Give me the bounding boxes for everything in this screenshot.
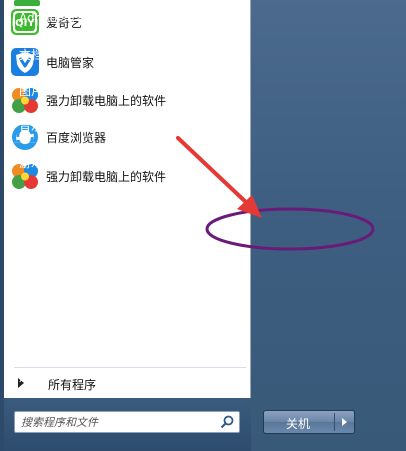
run-item[interactable]: 运行...: [14, 364, 144, 386]
shutdown-options-button[interactable]: [335, 411, 354, 433]
user-folder-item[interactable]: Administrator: [14, 7, 144, 29]
control-panel-label: 控制面板: [19, 230, 68, 244]
divider: [14, 358, 144, 359]
documents-label: 文档: [19, 48, 44, 62]
run-label: 运行...: [19, 370, 55, 384]
shutdown-label: 关机: [286, 417, 311, 431]
shutdown-split-button: 关机: [263, 410, 355, 434]
divider: [14, 142, 144, 143]
help-support-label: 帮助和支持: [19, 335, 80, 349]
search-icon[interactable]: [220, 415, 234, 429]
devices-printers-label: 设备和打印机: [19, 265, 92, 279]
search-box[interactable]: [14, 411, 240, 433]
documents-item[interactable]: 文档: [14, 42, 144, 64]
shortcuts-pane: [251, 0, 406, 451]
search-input[interactable]: [21, 414, 207, 430]
computer-item[interactable]: 计算机: [14, 186, 144, 208]
default-programs-label: 默认程序: [19, 300, 68, 314]
chevron-right-icon: [342, 418, 347, 426]
pictures-label: 图片: [19, 84, 44, 98]
control-panel-item[interactable]: 控制面板: [14, 224, 144, 246]
games-item[interactable]: 游戏: [14, 150, 144, 172]
music-item[interactable]: 音乐: [14, 113, 144, 135]
computer-label: 计算机: [19, 192, 56, 206]
pictures-item[interactable]: 图片: [14, 78, 144, 100]
divider: [14, 215, 144, 216]
games-label: 游戏: [19, 156, 44, 170]
shutdown-button[interactable]: 关机: [264, 411, 334, 433]
user-folder-label: Administrator: [19, 11, 101, 25]
default-programs-item[interactable]: 默认程序: [14, 294, 144, 316]
help-support-item[interactable]: 帮助和支持: [14, 329, 144, 351]
devices-printers-item[interactable]: 设备和打印机: [14, 259, 144, 281]
music-label: 音乐: [19, 119, 44, 133]
start-menu: iQIYI 爱奇艺 电脑管家 强力卸载电脑上的软件 百度浏览器 强力卸载电脑上的…: [0, 0, 406, 451]
